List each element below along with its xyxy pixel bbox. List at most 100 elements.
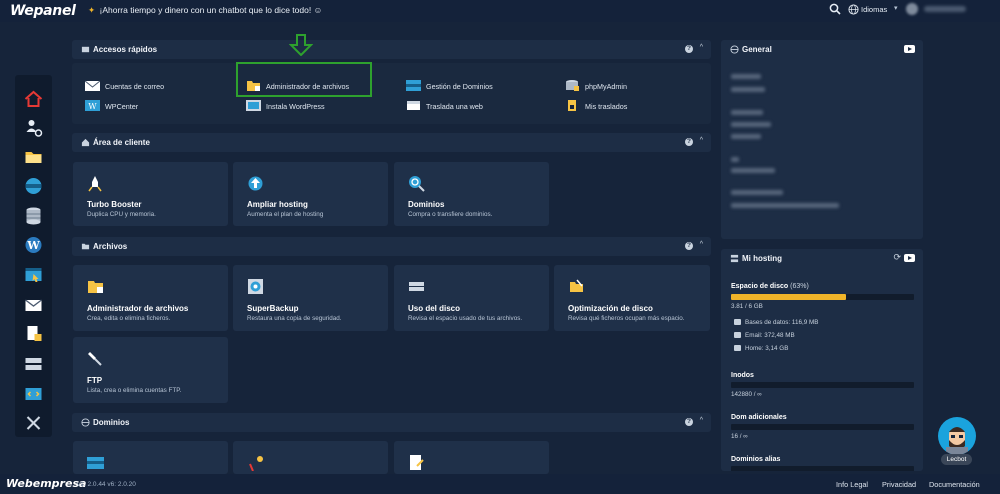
location-pin-icon	[249, 456, 263, 471]
tile-domain-3[interactable]	[394, 441, 549, 474]
section-title: Accesos rápidos	[93, 45, 158, 54]
code-icon[interactable]	[23, 384, 44, 404]
footer: Webempresa v1: 2.0.44 v6: 2.0.20 Info Le…	[0, 474, 1000, 494]
user-name[interactable]	[924, 6, 966, 12]
general-title: General	[742, 45, 772, 54]
home-icon	[81, 138, 90, 147]
home-icon[interactable]	[23, 89, 44, 109]
blurred-text	[731, 203, 839, 208]
user-settings-icon[interactable]	[23, 118, 44, 138]
disk-space-label: Espacio de disco (63%)	[731, 283, 809, 290]
tile-upgrade-hosting[interactable]: Ampliar hosting Aumenta el plan de hosti…	[233, 162, 388, 226]
blurred-text	[731, 122, 771, 127]
server-icon[interactable]	[23, 354, 44, 374]
chatbot-button[interactable]	[938, 417, 976, 455]
globe-icon	[81, 418, 90, 427]
tile-domain-1[interactable]	[73, 441, 228, 474]
globe-icon[interactable]	[848, 4, 859, 15]
lightbulb-icon: ✦	[88, 5, 96, 15]
section-title: Archivos	[93, 242, 128, 251]
top-bar: Wepanel ✦ ¡Ahorra tiempo y dinero con un…	[0, 0, 1000, 22]
box-icon	[568, 100, 576, 111]
highlight-frame	[236, 62, 372, 97]
arrow-down-icon	[289, 34, 313, 56]
inodes-value: 142880 / ∞	[731, 391, 762, 398]
tile-disk-optimization[interactable]: Optimización de disco Revisa qué fichero…	[554, 265, 710, 331]
domain-icon	[406, 80, 421, 91]
upgrade-icon	[248, 176, 263, 191]
chevron-up-icon[interactable]: ^	[700, 417, 703, 424]
refresh-icon[interactable]: ⟳	[893, 252, 901, 263]
disk-space-value: 3.81 / 6 GB	[731, 303, 763, 310]
document-lock-icon[interactable]	[23, 324, 44, 344]
general-header: General	[721, 40, 923, 59]
avatar[interactable]	[906, 3, 918, 15]
language-selector[interactable]: Idiomas	[861, 5, 887, 14]
blurred-text	[731, 134, 761, 139]
general-card: General	[721, 40, 923, 239]
website-builder-icon[interactable]	[23, 265, 44, 285]
svg-text:W: W	[26, 239, 40, 252]
database-icon	[566, 80, 579, 91]
database-icon	[734, 319, 741, 325]
rocket-icon	[88, 176, 102, 192]
webempresa-logo[interactable]: Webempresa	[6, 477, 86, 490]
mail-icon	[85, 80, 100, 91]
www-icon[interactable]	[23, 176, 44, 196]
home-icon	[734, 345, 741, 351]
footer-link-privacy[interactable]: Privacidad	[882, 480, 916, 489]
footer-link-docs[interactable]: Documentación	[929, 480, 980, 489]
blurred-text	[731, 74, 761, 79]
hosting-card: Mi hosting ⟳ Espacio de disco (63%) 3.81…	[721, 249, 923, 471]
chevron-up-icon[interactable]: ^	[700, 44, 703, 51]
tile-disk-usage[interactable]: Uso del disco Revisa el espacio usado de…	[394, 265, 549, 331]
blurred-text	[731, 87, 765, 92]
inodes-bar	[731, 382, 914, 388]
youtube-icon[interactable]	[904, 45, 915, 53]
tile-ftp[interactable]: FTP Lista, crea o elimina cuentas FTP.	[73, 337, 228, 403]
tools-icon[interactable]	[23, 413, 44, 433]
wordpress-icon[interactable]: W	[23, 235, 44, 255]
side-nav: W	[15, 75, 52, 437]
promo-banner[interactable]: ✦ ¡Ahorra tiempo y dinero con un chatbot…	[88, 5, 322, 16]
mail-icon	[734, 332, 741, 338]
wepanel-logo[interactable]: Wepanel	[10, 3, 76, 19]
addon-domains-value: 16 / ∞	[731, 433, 748, 440]
help-icon[interactable]: ?	[685, 418, 693, 426]
help-icon[interactable]: ?	[685, 242, 693, 250]
email-usage: Email: 372,48 MB	[734, 332, 795, 339]
home-usage: Home: 3,14 GB	[734, 345, 788, 352]
folder-icon[interactable]	[23, 147, 44, 167]
server-icon	[730, 254, 739, 263]
mail-icon[interactable]	[23, 295, 44, 315]
database-icon[interactable]	[23, 206, 44, 226]
transfer-icon	[407, 101, 420, 110]
alias-domains-label: Dominios alias	[731, 456, 781, 463]
addon-domains-bar	[731, 424, 914, 430]
tile-domain-2[interactable]	[233, 441, 388, 474]
version-text: v1: 2.0.44 v6: 2.0.20	[77, 481, 136, 488]
chevron-down-icon[interactable]: ▾	[894, 4, 898, 12]
search-icon[interactable]	[829, 3, 841, 15]
backup-icon	[248, 279, 263, 294]
tile-domains[interactable]: Dominios Compra o transfiere dominios.	[394, 162, 549, 226]
chatbot-label[interactable]: Lecbot	[941, 454, 972, 465]
wordpress-icon: W	[85, 100, 100, 111]
footer-link-legal[interactable]: Info Legal	[836, 480, 868, 489]
help-icon[interactable]: ?	[685, 138, 693, 146]
blurred-text	[731, 157, 739, 162]
tile-file-manager[interactable]: Administrador de archivos Crea, edita o …	[73, 265, 228, 331]
inodes-label: Inodos	[731, 372, 754, 379]
section-title: Dominios	[93, 418, 130, 427]
blurred-text	[731, 110, 763, 115]
chevron-up-icon[interactable]: ^	[700, 241, 703, 248]
tile-turbo-booster[interactable]: Turbo Booster Duplica CPU y memoria.	[73, 162, 228, 226]
optimize-icon	[570, 279, 583, 292]
tile-superbackup[interactable]: SuperBackup Restaura una copia de seguri…	[233, 265, 388, 331]
chevron-up-icon[interactable]: ^	[700, 137, 703, 144]
folder-icon	[88, 281, 103, 293]
help-icon[interactable]: ?	[685, 45, 693, 53]
hosting-header: Mi hosting ⟳	[721, 249, 923, 268]
youtube-icon[interactable]	[904, 254, 915, 262]
domain-search-icon	[409, 176, 425, 192]
